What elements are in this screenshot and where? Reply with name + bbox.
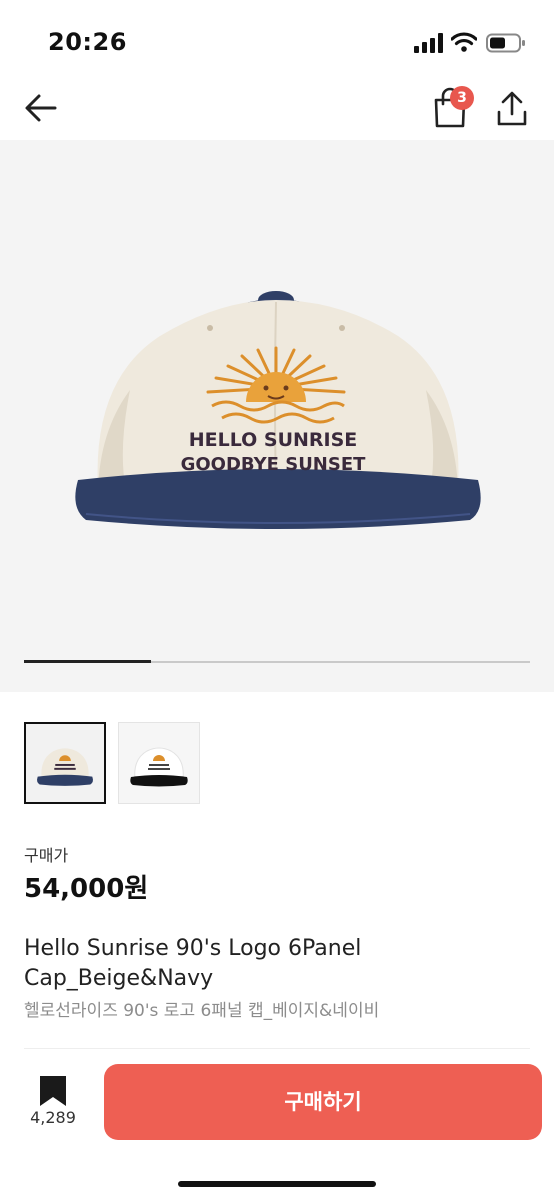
cap-image: HELLO SUNRISE GOODBYE SUNSET bbox=[75, 291, 481, 529]
thumbnail-beige-navy[interactable] bbox=[24, 722, 106, 804]
wifi-icon bbox=[451, 32, 477, 52]
product-title-korean: 헬로선라이즈 90's 로고 6패널 캡_베이지&네이비 bbox=[24, 1001, 380, 1021]
home-indicator bbox=[178, 1181, 376, 1187]
bookmark-button[interactable]: 4,289 bbox=[20, 1072, 86, 1136]
carousel-progress-fill bbox=[24, 660, 151, 663]
status-bar: 20:26 bbox=[0, 0, 554, 78]
thumb-cap-image-2 bbox=[119, 723, 199, 803]
cap-text-line2: GOODBYE SUNSET bbox=[181, 454, 367, 475]
divider bbox=[24, 1048, 530, 1049]
share-icon[interactable] bbox=[494, 86, 530, 130]
bookmark-icon bbox=[40, 1076, 66, 1106]
product-title-english: Hello Sunrise 90's Logo 6Panel Cap_Beige… bbox=[24, 936, 362, 991]
cellular-signal-icon bbox=[414, 33, 443, 53]
cart-count-badge: 3 bbox=[450, 86, 474, 110]
thumb-cap-image bbox=[26, 724, 104, 802]
back-arrow-icon[interactable] bbox=[22, 88, 62, 128]
cap-text-line1: HELLO SUNRISE bbox=[189, 429, 358, 451]
top-nav-bar bbox=[0, 78, 554, 138]
price-value: 54,000원 bbox=[24, 874, 149, 904]
carousel-progress-track bbox=[24, 660, 530, 663]
status-time: 20:26 bbox=[48, 28, 127, 56]
buy-button[interactable]: 구매하기 bbox=[104, 1064, 542, 1140]
price-label: 구매가 bbox=[24, 846, 69, 865]
bookmark-count: 4,289 bbox=[30, 1108, 76, 1127]
product-image-carousel[interactable]: HELLO SUNRISE GOODBYE SUNSET bbox=[0, 140, 554, 692]
thumbnail-white-black[interactable] bbox=[118, 722, 200, 804]
battery-icon bbox=[486, 33, 525, 53]
